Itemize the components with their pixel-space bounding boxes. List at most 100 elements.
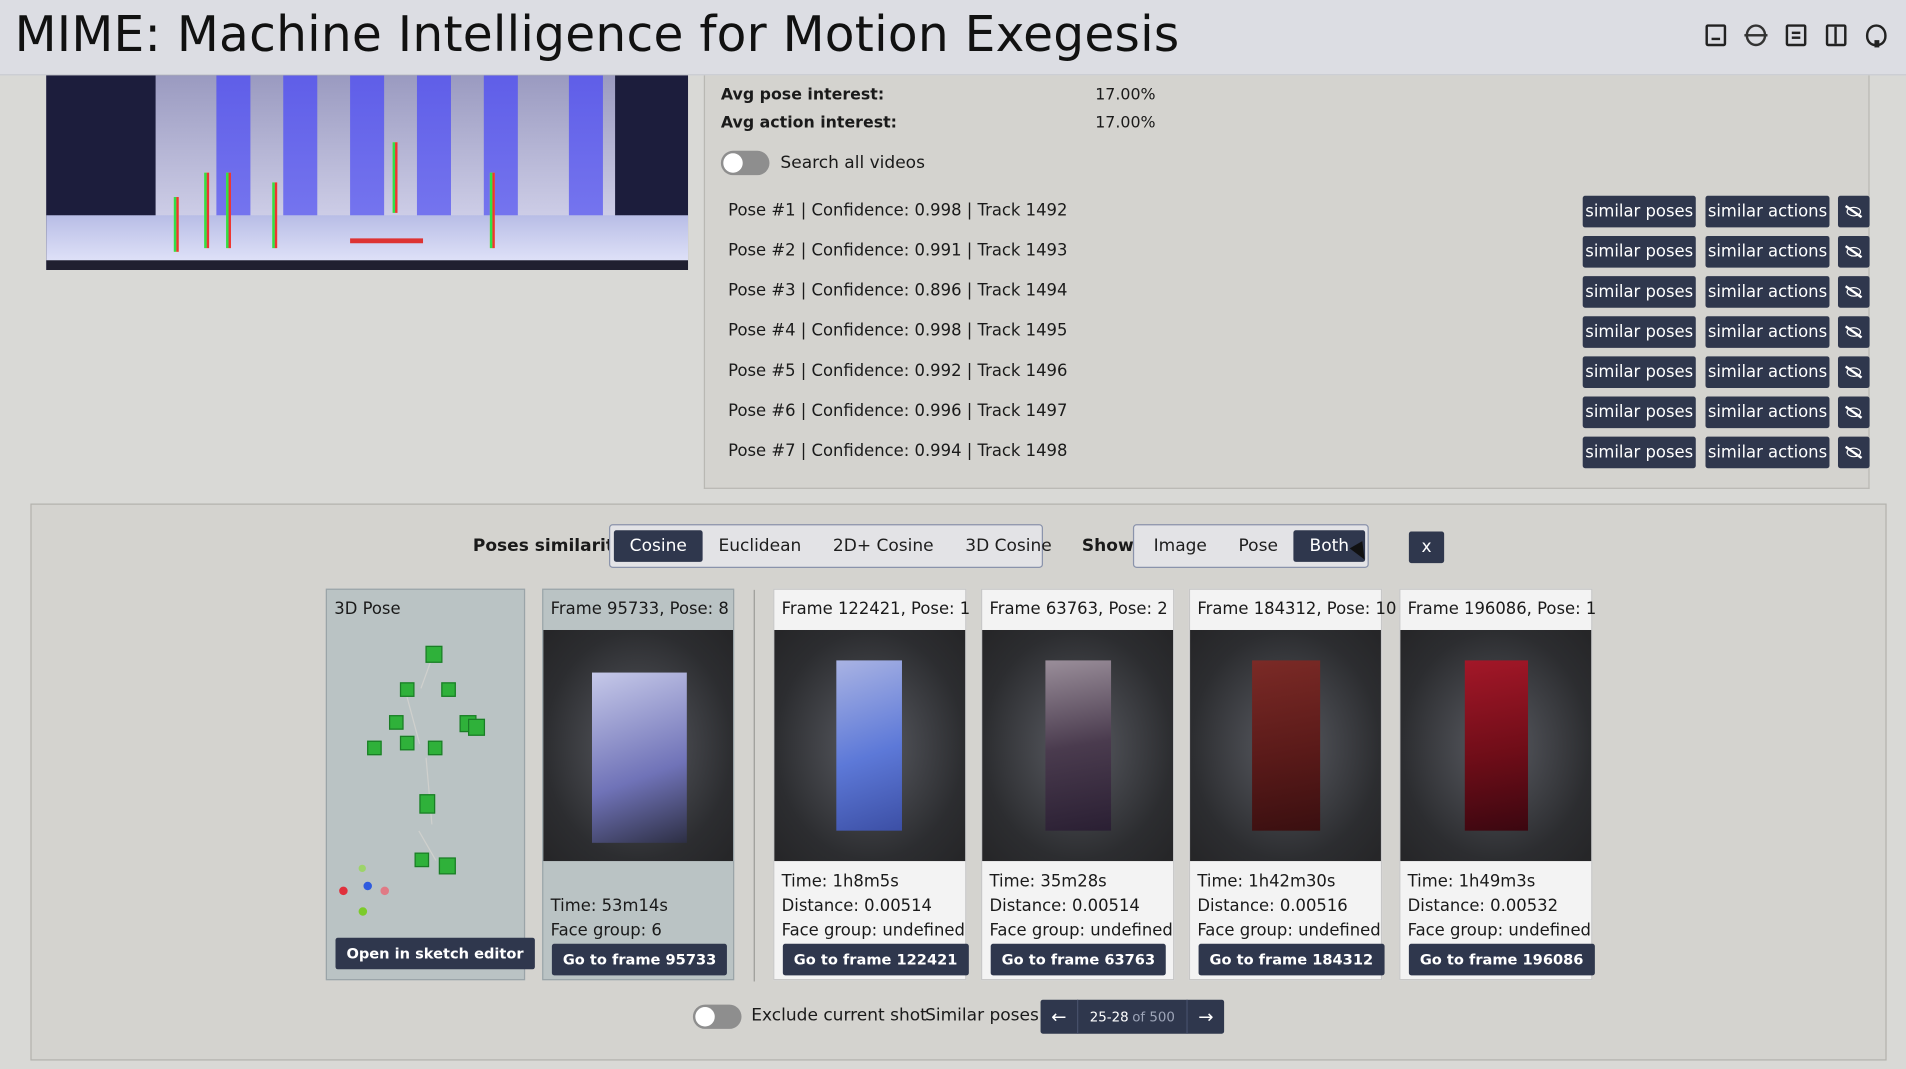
hide-pose-button[interactable] (1837, 356, 1870, 388)
similar-poses-button[interactable]: similar poses (1582, 316, 1696, 348)
result-card-title: Frame 184312, Pose: 10 (1197, 599, 1397, 620)
similarity-option-2d-cosine[interactable]: 2D+ Cosine (817, 530, 949, 562)
hide-pose-button[interactable] (1837, 436, 1870, 469)
go-to-frame-button[interactable]: Go to frame 63763 (990, 943, 1167, 976)
app-stage: MIME: Machine Intelligence for Motion Ex… (0, 0, 1906, 1069)
cards-divider (753, 589, 755, 982)
next-page-button[interactable]: → (1188, 1006, 1224, 1028)
eye-off-icon (1846, 367, 1862, 378)
similarity-option-3d-cosine[interactable]: 3D Cosine (949, 530, 1067, 562)
similar-actions-button[interactable]: similar actions (1705, 235, 1830, 268)
result-face-group: Face group: undefined (989, 920, 1173, 941)
result-distance: Distance: 0.00514 (989, 896, 1140, 916)
similar-actions-button[interactable]: similar actions (1705, 195, 1830, 228)
pose-row: Pose #6 | Confidence: 0.996 | Track 1497… (728, 396, 1870, 429)
hide-pose-button[interactable] (1837, 195, 1870, 228)
result-time: Time: 1h42m30s (1197, 872, 1336, 892)
similar-poses-button[interactable]: similar poses (1582, 276, 1696, 308)
result-face-group: Face group: undefined (1407, 920, 1591, 941)
pose-row-label: Pose #7 | Confidence: 0.994 | Track 1498 (728, 441, 1068, 461)
eye-off-icon (1846, 447, 1862, 458)
similar-poses-panel: Poses similarity: Cosine Euclidean 2D+ C… (30, 503, 1887, 1061)
results-footer: Exclude current shot Similar poses ← 25-… (32, 999, 1886, 1034)
page-range: 25-28 of 500 (1077, 999, 1188, 1034)
result-pose-image[interactable] (1190, 629, 1381, 862)
open-sketch-editor-button[interactable]: Open in sketch editor (335, 937, 535, 970)
show-option-image[interactable]: Image (1138, 530, 1223, 562)
hide-pose-button[interactable] (1837, 316, 1870, 348)
result-card: Frame 63763, Pose: 2 Time: 35m28s Distan… (980, 588, 1175, 981)
result-distance: Distance: 0.00514 (781, 896, 933, 916)
result-card: Frame 122421, Pose: 1 Time: 1h8m5s Dista… (773, 588, 970, 981)
pose-row-label: Pose #2 | Confidence: 0.991 | Track 1493 (728, 240, 1068, 261)
go-to-frame-button[interactable]: Go to frame 196086 (1408, 943, 1595, 976)
similar-actions-button[interactable]: similar actions (1705, 396, 1830, 429)
pose-row-label: Pose #1 | Confidence: 0.998 | Track 1492 (728, 200, 1068, 221)
result-time: Time: 1h49m3s (1407, 872, 1536, 892)
go-to-frame-button[interactable]: Go to frame 184312 (1198, 943, 1385, 976)
result-face-group: Face group: undefined (781, 920, 965, 941)
query-time: Time: 53m14s (550, 896, 668, 916)
result-time: Time: 1h8m5s (781, 872, 899, 892)
pose-3d-card: 3D Pose Open in sketch editor (325, 588, 535, 981)
result-face-group: Face group: undefined (1197, 920, 1381, 941)
logo-icon[interactable] (1744, 24, 1768, 47)
similarity-option-euclidean[interactable]: Euclidean (703, 530, 817, 562)
similarity-segmented-control: Cosine Euclidean 2D+ Cosine 3D Cosine (609, 524, 1052, 568)
eye-off-icon (1846, 287, 1862, 297)
pose-row: Pose #7 | Confidence: 0.994 | Track 1498… (728, 436, 1870, 469)
similar-poses-button[interactable]: similar poses (1582, 195, 1696, 228)
result-pose-image[interactable] (1400, 629, 1592, 862)
result-pose-image[interactable] (982, 629, 1174, 862)
go-to-frame-button[interactable]: Go to frame 122421 (782, 943, 969, 976)
go-to-frame-button[interactable]: Go to frame 95733 (551, 943, 728, 976)
similar-actions-button[interactable]: similar actions (1705, 356, 1830, 388)
hide-pose-button[interactable] (1837, 235, 1870, 268)
avg-pose-label: Avg pose interest: (720, 86, 885, 105)
similar-actions-button[interactable]: similar actions (1705, 436, 1830, 469)
page-total: of 500 (1132, 1008, 1175, 1025)
pdf-doc-icon[interactable] (1705, 24, 1727, 47)
eye-off-icon (1846, 327, 1862, 337)
similarity-option-cosine[interactable]: Cosine (613, 530, 703, 562)
video-frame-thumbnail[interactable] (46, 75, 689, 270)
book-icon[interactable] (1785, 24, 1807, 47)
header-icons (1705, 24, 1887, 48)
pose-row: Pose #2 | Confidence: 0.991 | Track 1493… (728, 235, 1870, 268)
stage-scene-image (46, 75, 689, 270)
show-option-pose[interactable]: Pose (1223, 530, 1294, 562)
pose-row-label: Pose #3 | Confidence: 0.896 | Track 1494 (728, 280, 1068, 301)
similar-actions-button[interactable]: similar actions (1705, 276, 1830, 308)
similar-poses-button[interactable]: similar poses (1582, 235, 1696, 268)
similar-poses-button[interactable]: similar poses (1582, 356, 1696, 388)
similar-actions-button[interactable]: similar actions (1705, 316, 1830, 348)
pose-row: Pose #3 | Confidence: 0.896 | Track 1494… (728, 276, 1870, 308)
pose-row: Pose #4 | Confidence: 0.998 | Track 1495… (728, 316, 1870, 348)
avg-pose-value: 17.00% (1095, 86, 1156, 105)
result-pose-image[interactable] (774, 629, 966, 862)
eye-off-icon (1846, 407, 1862, 418)
manual-icon[interactable] (1825, 24, 1847, 47)
page-range-value: 25-28 (1089, 1008, 1129, 1025)
search-all-label: Search all videos (780, 153, 925, 173)
result-card: Frame 184312, Pose: 10 Time: 1h42m30s Di… (1188, 588, 1396, 981)
similar-poses-label: Similar poses (925, 1005, 1039, 1026)
eye-off-icon (1846, 206, 1862, 217)
hide-pose-button[interactable] (1837, 276, 1870, 308)
similar-poses-button[interactable]: similar poses (1582, 396, 1696, 429)
pagination: ← 25-28 of 500 → (1040, 999, 1225, 1034)
result-distance: Distance: 0.00516 (1197, 896, 1348, 916)
pose-row-label: Pose #6 | Confidence: 0.996 | Track 1497 (728, 401, 1068, 421)
close-button[interactable]: x (1408, 531, 1445, 564)
result-distance: Distance: 0.00532 (1407, 896, 1559, 916)
search-all-toggle[interactable] (720, 150, 770, 176)
query-pose-image[interactable] (543, 629, 734, 862)
result-time: Time: 35m28s (989, 872, 1107, 892)
github-icon[interactable] (1865, 24, 1887, 48)
exclude-shot-toggle[interactable] (692, 1004, 742, 1029)
hide-pose-button[interactable] (1837, 396, 1870, 429)
avg-action-label: Avg action interest: (720, 114, 897, 133)
pose-3d-viewer[interactable] (327, 630, 524, 934)
similar-poses-button[interactable]: similar poses (1582, 436, 1696, 469)
prev-page-button[interactable]: ← (1041, 1006, 1077, 1028)
